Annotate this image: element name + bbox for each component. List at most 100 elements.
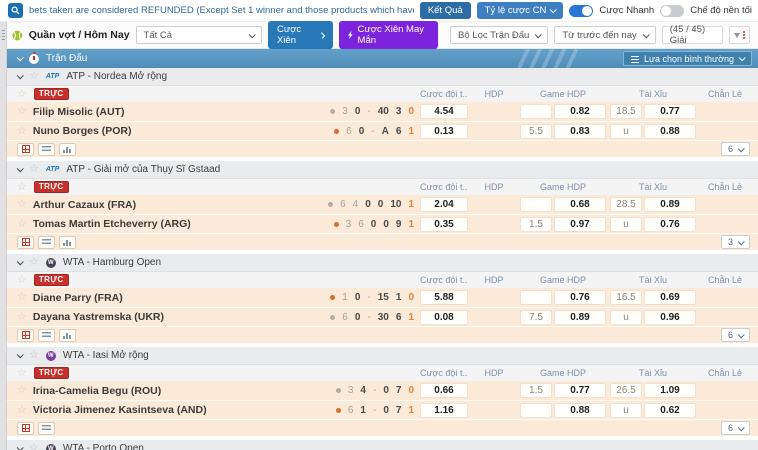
odds-moneyline[interactable]: 4.54 bbox=[420, 104, 468, 119]
game-hdp-line[interactable] bbox=[520, 402, 552, 418]
star-icon[interactable]: ☆ bbox=[17, 385, 27, 396]
odds-type-dropdown[interactable]: Tỷ lệ cược CN bbox=[476, 2, 564, 19]
star-icon[interactable]: ☆ bbox=[17, 404, 27, 416]
quick-bet-toggle[interactable] bbox=[569, 4, 594, 17]
over-under-line[interactable]: u bbox=[610, 216, 642, 232]
game-hdp-line[interactable]: 5.5 bbox=[520, 123, 552, 139]
star-icon[interactable]: ☆ bbox=[29, 443, 39, 450]
chart-icon[interactable] bbox=[59, 235, 76, 249]
over-under-line[interactable]: 28.5 bbox=[610, 197, 642, 212]
more-markets-button[interactable]: 3 bbox=[720, 235, 750, 249]
game-hdp-line[interactable] bbox=[520, 104, 552, 119]
star-icon[interactable]: ☆ bbox=[17, 218, 27, 230]
odds-over-under[interactable]: 1.09 bbox=[644, 383, 696, 398]
star-icon[interactable]: ☆ bbox=[17, 125, 27, 137]
time-filter-select[interactable]: Từ trước đến nay bbox=[554, 26, 656, 44]
star-icon[interactable]: ☆ bbox=[17, 88, 27, 100]
left-resize-rail[interactable] bbox=[0, 22, 7, 450]
star-icon[interactable]: ☆ bbox=[29, 350, 39, 361]
star-icon[interactable]: ☆ bbox=[29, 257, 39, 268]
over-under-line[interactable]: 18.5 bbox=[610, 104, 642, 119]
view-mode-label: Lựa chọn bình thường bbox=[643, 53, 734, 64]
star-icon[interactable]: ☆ bbox=[17, 311, 27, 323]
casino-markets-icon[interactable] bbox=[17, 421, 34, 435]
game-hdp-line[interactable]: 1.5 bbox=[520, 383, 552, 398]
odds-game-hdp[interactable]: 0.89 bbox=[554, 309, 606, 325]
chevron-down-icon[interactable] bbox=[16, 444, 24, 450]
odds-moneyline[interactable]: 0.08 bbox=[420, 309, 468, 325]
game-hdp-line[interactable]: 1.5 bbox=[520, 216, 552, 232]
chevron-down-icon[interactable] bbox=[16, 165, 24, 173]
odds-over-under[interactable]: 0.88 bbox=[644, 123, 696, 139]
odds-over-under[interactable]: 0.96 bbox=[644, 309, 696, 325]
odds-over-under[interactable]: 0.62 bbox=[644, 402, 696, 418]
odds-game-hdp[interactable]: 0.77 bbox=[554, 383, 606, 398]
odds-over-under[interactable]: 0.77 bbox=[644, 104, 696, 119]
game-hdp-line[interactable] bbox=[520, 290, 552, 305]
search-icon[interactable] bbox=[8, 3, 23, 18]
more-markets-button[interactable]: 6 bbox=[720, 142, 750, 156]
more-markets-button[interactable]: 6 bbox=[720, 328, 750, 342]
star-icon[interactable]: ☆ bbox=[17, 274, 27, 286]
chevron-down-icon[interactable] bbox=[16, 54, 24, 62]
sort-icon[interactable] bbox=[729, 26, 750, 44]
statistics-icon[interactable] bbox=[38, 421, 55, 435]
over-under-line[interactable]: u bbox=[610, 402, 642, 418]
statistics-icon[interactable] bbox=[38, 328, 55, 342]
odds-moneyline[interactable]: 2.04 bbox=[420, 197, 468, 212]
league-header[interactable]: ☆ W WTA - Hamburg Open bbox=[7, 254, 758, 272]
casino-markets-icon[interactable] bbox=[17, 142, 34, 156]
star-icon[interactable]: ☆ bbox=[17, 106, 27, 117]
odds-over-under[interactable]: 0.69 bbox=[644, 290, 696, 305]
star-icon[interactable]: ☆ bbox=[17, 199, 27, 210]
chevron-down-icon[interactable] bbox=[16, 351, 24, 359]
over-under-line[interactable]: u bbox=[610, 123, 642, 139]
odds-moneyline[interactable]: 5.88 bbox=[420, 290, 468, 305]
odds-moneyline[interactable]: 0.13 bbox=[420, 123, 468, 139]
odds-moneyline[interactable]: 0.66 bbox=[420, 383, 468, 398]
odds-game-hdp[interactable]: 0.83 bbox=[554, 123, 606, 139]
dark-mode-toggle[interactable] bbox=[660, 4, 685, 17]
star-icon[interactable]: ☆ bbox=[17, 367, 27, 379]
game-hdp-line[interactable] bbox=[520, 197, 552, 212]
over-under-line[interactable]: 26.5 bbox=[610, 383, 642, 398]
game-hdp-line[interactable]: 7.5 bbox=[520, 309, 552, 325]
score-token: 30 bbox=[377, 311, 389, 323]
chart-icon[interactable] bbox=[59, 142, 76, 156]
odds-over-under[interactable]: 0.76 bbox=[644, 216, 696, 232]
lucky-parlay-button[interactable]: Cược Xiên May Mắn bbox=[338, 21, 439, 49]
odds-game-hdp[interactable]: 0.76 bbox=[554, 290, 606, 305]
league-header[interactable]: ☆ W WTA - Porto Open bbox=[7, 440, 758, 450]
statistics-icon[interactable] bbox=[38, 235, 55, 249]
league-header[interactable]: ☆ W WTA - Iasi Mở rộng bbox=[7, 347, 758, 365]
match-subheader: ☆ TRỰC Cược đội t... HDP Game HDP Tài Xỉ… bbox=[7, 272, 758, 288]
over-under-line[interactable]: 16.5 bbox=[610, 290, 642, 305]
odds-over-under[interactable]: 0.89 bbox=[644, 197, 696, 212]
statistics-icon[interactable] bbox=[38, 142, 55, 156]
odds-game-hdp[interactable]: 0.68 bbox=[554, 197, 606, 212]
star-icon[interactable]: ☆ bbox=[29, 71, 39, 82]
odds-moneyline[interactable]: 1.16 bbox=[420, 402, 468, 418]
parlay-button[interactable]: Cược Xiên bbox=[267, 21, 333, 49]
match-filter-select[interactable]: Bộ Lọc Trận Đấu bbox=[450, 26, 549, 44]
odds-game-hdp[interactable]: 0.82 bbox=[554, 104, 606, 119]
league-header[interactable]: ☆ ATP ATP - Giải mở của Thụy Sĩ Gstaad bbox=[7, 161, 758, 179]
results-button[interactable]: Kết Quả bbox=[419, 2, 471, 19]
chevron-down-icon bbox=[738, 54, 746, 62]
star-icon[interactable]: ☆ bbox=[17, 292, 27, 303]
casino-markets-icon[interactable] bbox=[17, 235, 34, 249]
league-header[interactable]: ☆ ATP ATP - Nordea Mở rộng bbox=[7, 68, 758, 86]
chevron-down-icon[interactable] bbox=[16, 72, 24, 80]
odds-moneyline[interactable]: 0.35 bbox=[420, 216, 468, 232]
casino-markets-icon[interactable] bbox=[17, 328, 34, 342]
chevron-down-icon[interactable] bbox=[16, 258, 24, 266]
star-icon[interactable]: ☆ bbox=[17, 181, 27, 193]
league-filter-select[interactable]: Tất Cả bbox=[135, 26, 262, 44]
more-markets-button[interactable]: 6 bbox=[720, 421, 750, 435]
view-mode-select[interactable]: Lựa chọn bình thường bbox=[622, 51, 752, 66]
over-under-line[interactable]: u bbox=[610, 309, 642, 325]
odds-game-hdp[interactable]: 0.97 bbox=[554, 216, 606, 232]
chart-icon[interactable] bbox=[59, 328, 76, 342]
star-icon[interactable]: ☆ bbox=[29, 164, 39, 175]
odds-game-hdp[interactable]: 0.88 bbox=[554, 402, 606, 418]
